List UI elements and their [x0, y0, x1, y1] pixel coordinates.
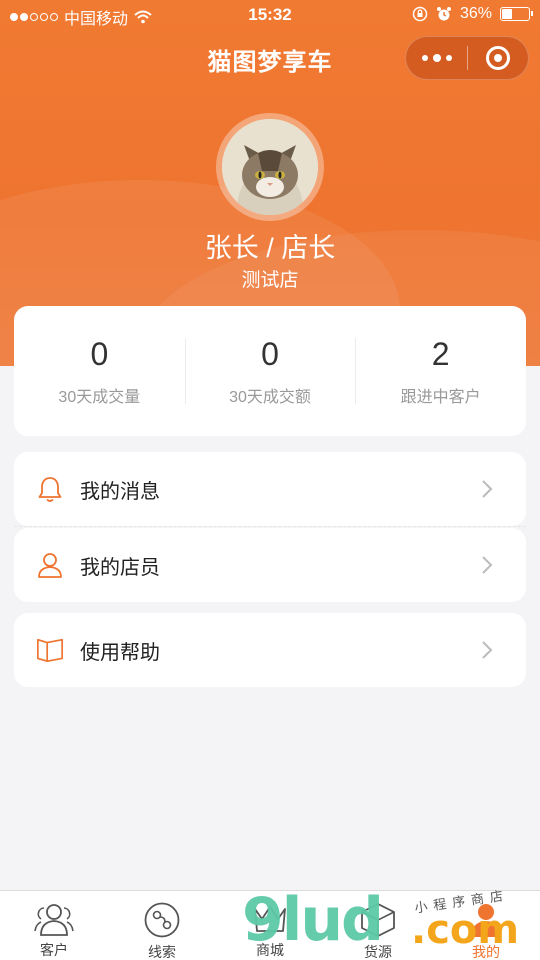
battery-percent: 36% [459, 5, 492, 22]
user-role: / 店长 [258, 233, 336, 263]
stats-card: 0 30天成交量 0 30天成交额 2 跟进中客户 [14, 306, 526, 436]
menu-label: 我的店员 [80, 556, 160, 579]
menu-item-help[interactable]: 使用帮助 [14, 613, 526, 687]
me-icon [465, 901, 507, 939]
stat-label: 跟进中客户 [400, 389, 481, 406]
user-name: 张长 / 店长 [0, 226, 540, 265]
leads-icon [141, 901, 183, 939]
mini-program-capsule [405, 36, 529, 80]
menu-item-staff[interactable]: 我的店员 [14, 528, 526, 602]
shop-name: 测试店 [241, 270, 299, 291]
divider [14, 526, 526, 527]
chevron-right-icon [472, 635, 502, 665]
person-icon [36, 551, 64, 579]
target-circle-icon[interactable] [468, 36, 528, 80]
tab-me[interactable]: 我的 [432, 891, 540, 960]
tab-bar: 客户 线索 商城 货源 我的 [0, 890, 540, 960]
stat-value: 0 [90, 336, 109, 372]
tab-mall[interactable]: 商城 [216, 891, 324, 960]
mall-icon [249, 901, 291, 937]
tab-label: 我的 [472, 944, 500, 960]
bell-icon [36, 475, 64, 503]
tab-label: 客户 [40, 942, 68, 958]
stat-value: 0 [261, 336, 279, 372]
tab-label: 线索 [148, 944, 176, 960]
tab-label: 货源 [364, 944, 392, 960]
stat-deal-count[interactable]: 0 30天成交量 [14, 306, 185, 436]
stat-deal-amount[interactable]: 0 30天成交额 [184, 306, 356, 436]
tab-label: 商城 [256, 942, 284, 958]
book-icon [36, 636, 64, 664]
user-name-value: 张长 [204, 233, 259, 263]
avatar[interactable] [216, 113, 324, 221]
tab-leads[interactable]: 线索 [108, 891, 216, 960]
customers-icon [33, 901, 75, 937]
menu-label: 使用帮助 [80, 641, 160, 664]
status-bar: 中国移动 15:32 36% [0, 0, 540, 30]
supply-icon [357, 901, 399, 939]
stat-label: 30天成交量 [58, 389, 141, 406]
rotation-lock-icon [412, 6, 428, 22]
stat-label: 30天成交额 [229, 389, 311, 406]
stat-value: 2 [431, 336, 450, 372]
tab-supply[interactable]: 货源 [324, 891, 432, 960]
chevron-right-icon [472, 550, 502, 580]
more-dots-icon[interactable] [406, 36, 467, 80]
stat-following-customers[interactable]: 2 跟进中客户 [355, 306, 526, 436]
tab-customers[interactable]: 客户 [0, 891, 108, 960]
avatar-image [222, 119, 318, 215]
menu-label: 我的消息 [80, 480, 160, 503]
battery-icon [500, 7, 533, 21]
alarm-icon [436, 7, 451, 21]
chevron-right-icon [472, 474, 502, 504]
menu-item-messages[interactable]: 我的消息 [14, 452, 526, 526]
